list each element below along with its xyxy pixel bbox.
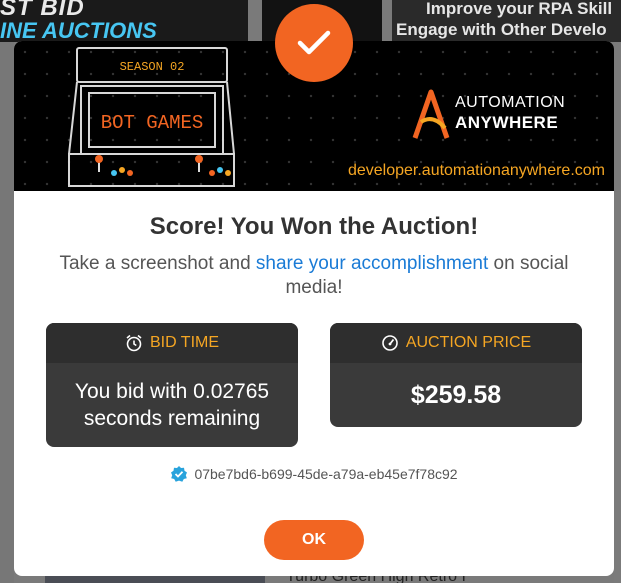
developer-url: developer.automationanywhere.com bbox=[347, 162, 605, 179]
modal-subtitle: Take a screenshot and share your accompl… bbox=[44, 252, 584, 300]
success-badge bbox=[275, 4, 353, 82]
auction-price-label: AUCTION PRICE bbox=[405, 334, 532, 351]
automation-anywhere-logo: AUTOMATION ANYWHERE bbox=[411, 88, 611, 148]
verified-icon bbox=[171, 466, 188, 482]
background-left-strip bbox=[0, 42, 14, 583]
background-right-strip bbox=[614, 42, 621, 583]
share-accomplishment-link[interactable]: share your accomplishment bbox=[256, 253, 488, 274]
ok-button[interactable]: OK bbox=[264, 520, 364, 560]
speedometer-icon bbox=[382, 335, 398, 351]
auction-price-header: AUCTION PRICE bbox=[330, 323, 582, 363]
bid-time-card: BID TIME You bid with 0.02765 seconds re… bbox=[46, 323, 298, 447]
bid-time-header: BID TIME bbox=[46, 323, 298, 363]
background-promo-line2: Engage with Other Develo bbox=[396, 20, 607, 39]
modal-title: Score! You Won the Auction! bbox=[149, 213, 479, 240]
transaction-id-row: 07be7bd6-b699-45de-a79a-eb45e7f78c92 bbox=[14, 465, 614, 483]
subtitle-text-before: Take a screenshot and bbox=[59, 253, 256, 274]
season-label: SEASON 02 bbox=[120, 60, 185, 74]
background-heading-line2: INE AUCTIONS bbox=[0, 18, 157, 42]
auction-price-card: AUCTION PRICE $259.58 bbox=[330, 323, 582, 427]
arcade-cabinet-illustration: SEASON 02 BOT GAMES bbox=[68, 47, 235, 187]
background-banner-right: Improve your RPA Skill Engage with Other… bbox=[392, 0, 621, 42]
brand-name-line1: AUTOMATION bbox=[455, 94, 566, 111]
automation-anywhere-a-icon bbox=[412, 89, 450, 139]
screen-label: BOT GAMES bbox=[101, 112, 204, 134]
brand-name-line2: ANYWHERE bbox=[455, 113, 559, 132]
transaction-id: 07be7bd6-b699-45de-a79a-eb45e7f78c92 bbox=[194, 466, 458, 482]
auction-price-value: $259.58 bbox=[410, 380, 502, 409]
auction-won-modal: SEASON 02 BOT GAMES AUTOMATION ANYWHERE … bbox=[14, 41, 614, 576]
background-banner-left: ST BID INE AUCTIONS bbox=[0, 0, 248, 42]
alarm-clock-icon bbox=[126, 334, 142, 352]
checkmark-icon bbox=[297, 30, 331, 55]
bid-time-value: You bid with 0.02765 seconds remaining bbox=[74, 380, 270, 430]
background-promo-line1: Improve your RPA Skill bbox=[426, 0, 613, 18]
bid-time-label: BID TIME bbox=[149, 334, 220, 351]
